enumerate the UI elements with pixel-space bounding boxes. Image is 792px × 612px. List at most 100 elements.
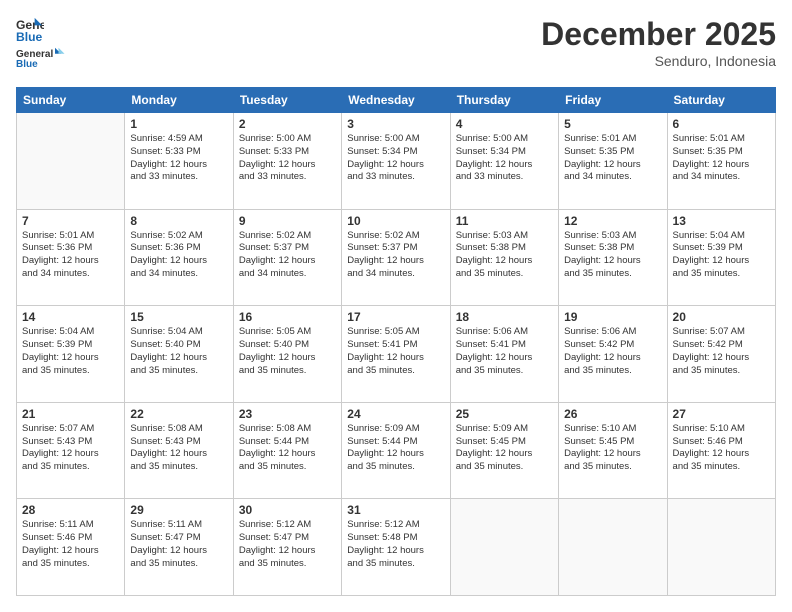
- calendar-cell: 18 Sunrise: 5:06 AM Sunset: 5:41 PM Dayli…: [450, 306, 558, 403]
- col-thursday: Thursday: [450, 88, 558, 113]
- day-number: 20: [673, 310, 770, 324]
- calendar-cell: 31 Sunrise: 5:12 AM Sunset: 5:48 PM Dayli…: [342, 499, 450, 596]
- calendar-cell: 1Sunrise: 4:59 AM Sunset: 5:33 PM Daylig…: [125, 113, 233, 210]
- day-info: Sunrise: 5:07 AM Sunset: 5:42 PM Dayligh…: [673, 326, 770, 377]
- day-number: 10: [347, 214, 444, 228]
- calendar-cell: 24 Sunrise: 5:09 AM Sunset: 5:44 PM Dayli…: [342, 402, 450, 499]
- calendar-cell: 26 Sunrise: 5:10 AM Sunset: 5:45 PM Dayli…: [559, 402, 667, 499]
- day-number: 30: [239, 503, 336, 517]
- day-number: 8: [130, 214, 227, 228]
- calendar-cell: 3Sunrise: 5:00 AM Sunset: 5:34 PM Daylig…: [342, 113, 450, 210]
- day-info: Sunrise: 5:06 AM Sunset: 5:41 PM Dayligh…: [456, 326, 553, 377]
- calendar-cell: 21 Sunrise: 5:07 AM Sunset: 5:43 PM Dayli…: [17, 402, 125, 499]
- day-number: 6: [673, 117, 770, 131]
- calendar-table: Sunday Monday Tuesday Wednesday Thursday…: [16, 87, 776, 596]
- day-info: Sunrise: 5:04 AM Sunset: 5:40 PM Dayligh…: [130, 326, 227, 377]
- calendar-cell: 25 Sunrise: 5:09 AM Sunset: 5:45 PM Dayli…: [450, 402, 558, 499]
- day-number: 31: [347, 503, 444, 517]
- calendar-cell: 10Sunrise: 5:02 AM Sunset: 5:37 PM Dayli…: [342, 209, 450, 306]
- day-info: Sunrise: 5:11 AM Sunset: 5:47 PM Dayligh…: [130, 519, 227, 570]
- calendar-cell: 27Sunrise: 5:10 AM Sunset: 5:46 PM Dayli…: [667, 402, 775, 499]
- calendar-cell: 7Sunrise: 5:01 AM Sunset: 5:36 PM Daylig…: [17, 209, 125, 306]
- day-number: 28: [22, 503, 119, 517]
- day-number: 13: [673, 214, 770, 228]
- calendar-cell: 16 Sunrise: 5:05 AM Sunset: 5:40 PM Dayli…: [233, 306, 341, 403]
- day-info: Sunrise: 5:01 AM Sunset: 5:35 PM Dayligh…: [564, 133, 661, 184]
- calendar-cell: 30 Sunrise: 5:12 AM Sunset: 5:47 PM Dayli…: [233, 499, 341, 596]
- calendar-cell: 23 Sunrise: 5:08 AM Sunset: 5:44 PM Dayli…: [233, 402, 341, 499]
- day-number: 12: [564, 214, 661, 228]
- day-number: 18: [456, 310, 553, 324]
- calendar-cell: 22Sunrise: 5:08 AM Sunset: 5:43 PM Dayli…: [125, 402, 233, 499]
- location: Senduro, Indonesia: [541, 53, 776, 69]
- day-info: Sunrise: 5:01 AM Sunset: 5:36 PM Dayligh…: [22, 230, 119, 281]
- day-info: Sunrise: 5:01 AM Sunset: 5:35 PM Dayligh…: [673, 133, 770, 184]
- col-sunday: Sunday: [17, 88, 125, 113]
- day-number: 23: [239, 407, 336, 421]
- week-row-4: 21 Sunrise: 5:07 AM Sunset: 5:43 PM Dayli…: [17, 402, 776, 499]
- day-info: Sunrise: 5:03 AM Sunset: 5:38 PM Dayligh…: [456, 230, 553, 281]
- day-info: Sunrise: 5:10 AM Sunset: 5:45 PM Dayligh…: [564, 423, 661, 474]
- calendar-cell: 28Sunrise: 5:11 AM Sunset: 5:46 PM Dayli…: [17, 499, 125, 596]
- calendar-cell: [667, 499, 775, 596]
- week-row-2: 7Sunrise: 5:01 AM Sunset: 5:36 PM Daylig…: [17, 209, 776, 306]
- day-info: Sunrise: 5:08 AM Sunset: 5:44 PM Dayligh…: [239, 423, 336, 474]
- day-info: Sunrise: 5:03 AM Sunset: 5:38 PM Dayligh…: [564, 230, 661, 281]
- page: General Blue General Blue December 2025 …: [0, 0, 792, 612]
- day-info: Sunrise: 5:09 AM Sunset: 5:44 PM Dayligh…: [347, 423, 444, 474]
- logo-svg: General Blue: [16, 39, 66, 77]
- day-info: Sunrise: 5:00 AM Sunset: 5:34 PM Dayligh…: [347, 133, 444, 184]
- day-number: 29: [130, 503, 227, 517]
- calendar-cell: 20 Sunrise: 5:07 AM Sunset: 5:42 PM Dayli…: [667, 306, 775, 403]
- day-info: Sunrise: 5:00 AM Sunset: 5:33 PM Dayligh…: [239, 133, 336, 184]
- col-tuesday: Tuesday: [233, 88, 341, 113]
- calendar-cell: 5 Sunrise: 5:01 AM Sunset: 5:35 PM Daylig…: [559, 113, 667, 210]
- day-number: 24: [347, 407, 444, 421]
- day-info: Sunrise: 5:04 AM Sunset: 5:39 PM Dayligh…: [22, 326, 119, 377]
- day-number: 4: [456, 117, 553, 131]
- calendar-cell: 12 Sunrise: 5:03 AM Sunset: 5:38 PM Dayli…: [559, 209, 667, 306]
- col-saturday: Saturday: [667, 88, 775, 113]
- day-number: 21: [22, 407, 119, 421]
- calendar-cell: 13 Sunrise: 5:04 AM Sunset: 5:39 PM Dayli…: [667, 209, 775, 306]
- day-number: 1: [130, 117, 227, 131]
- day-number: 9: [239, 214, 336, 228]
- calendar-cell: [559, 499, 667, 596]
- week-row-1: 1Sunrise: 4:59 AM Sunset: 5:33 PM Daylig…: [17, 113, 776, 210]
- day-info: Sunrise: 5:05 AM Sunset: 5:40 PM Dayligh…: [239, 326, 336, 377]
- day-info: Sunrise: 5:10 AM Sunset: 5:46 PM Dayligh…: [673, 423, 770, 474]
- svg-text:Blue: Blue: [16, 59, 38, 70]
- day-info: Sunrise: 5:08 AM Sunset: 5:43 PM Dayligh…: [130, 423, 227, 474]
- calendar-cell: 11 Sunrise: 5:03 AM Sunset: 5:38 PM Dayli…: [450, 209, 558, 306]
- day-info: Sunrise: 5:02 AM Sunset: 5:36 PM Dayligh…: [130, 230, 227, 281]
- calendar-cell: 2Sunrise: 5:00 AM Sunset: 5:33 PM Daylig…: [233, 113, 341, 210]
- month-title: December 2025: [541, 16, 776, 53]
- week-row-3: 14 Sunrise: 5:04 AM Sunset: 5:39 PM Dayli…: [17, 306, 776, 403]
- col-wednesday: Wednesday: [342, 88, 450, 113]
- day-info: Sunrise: 5:09 AM Sunset: 5:45 PM Dayligh…: [456, 423, 553, 474]
- day-info: Sunrise: 5:12 AM Sunset: 5:48 PM Dayligh…: [347, 519, 444, 570]
- calendar-cell: 8 Sunrise: 5:02 AM Sunset: 5:36 PM Daylig…: [125, 209, 233, 306]
- day-info: Sunrise: 5:04 AM Sunset: 5:39 PM Dayligh…: [673, 230, 770, 281]
- day-number: 26: [564, 407, 661, 421]
- calendar-cell: 15 Sunrise: 5:04 AM Sunset: 5:40 PM Dayli…: [125, 306, 233, 403]
- day-info: Sunrise: 5:12 AM Sunset: 5:47 PM Dayligh…: [239, 519, 336, 570]
- day-info: Sunrise: 5:07 AM Sunset: 5:43 PM Dayligh…: [22, 423, 119, 474]
- week-row-5: 28Sunrise: 5:11 AM Sunset: 5:46 PM Dayli…: [17, 499, 776, 596]
- day-number: 11: [456, 214, 553, 228]
- day-number: 5: [564, 117, 661, 131]
- day-number: 25: [456, 407, 553, 421]
- day-number: 14: [22, 310, 119, 324]
- calendar-cell: 6 Sunrise: 5:01 AM Sunset: 5:35 PM Daylig…: [667, 113, 775, 210]
- col-friday: Friday: [559, 88, 667, 113]
- calendar-cell: 9 Sunrise: 5:02 AM Sunset: 5:37 PM Daylig…: [233, 209, 341, 306]
- title-section: December 2025 Senduro, Indonesia: [541, 16, 776, 69]
- svg-text:General: General: [16, 49, 53, 60]
- day-number: 16: [239, 310, 336, 324]
- day-number: 19: [564, 310, 661, 324]
- calendar-cell: 14 Sunrise: 5:04 AM Sunset: 5:39 PM Dayli…: [17, 306, 125, 403]
- calendar-cell: [17, 113, 125, 210]
- header: General Blue General Blue December 2025 …: [16, 16, 776, 77]
- day-info: Sunrise: 5:02 AM Sunset: 5:37 PM Dayligh…: [239, 230, 336, 281]
- day-number: 15: [130, 310, 227, 324]
